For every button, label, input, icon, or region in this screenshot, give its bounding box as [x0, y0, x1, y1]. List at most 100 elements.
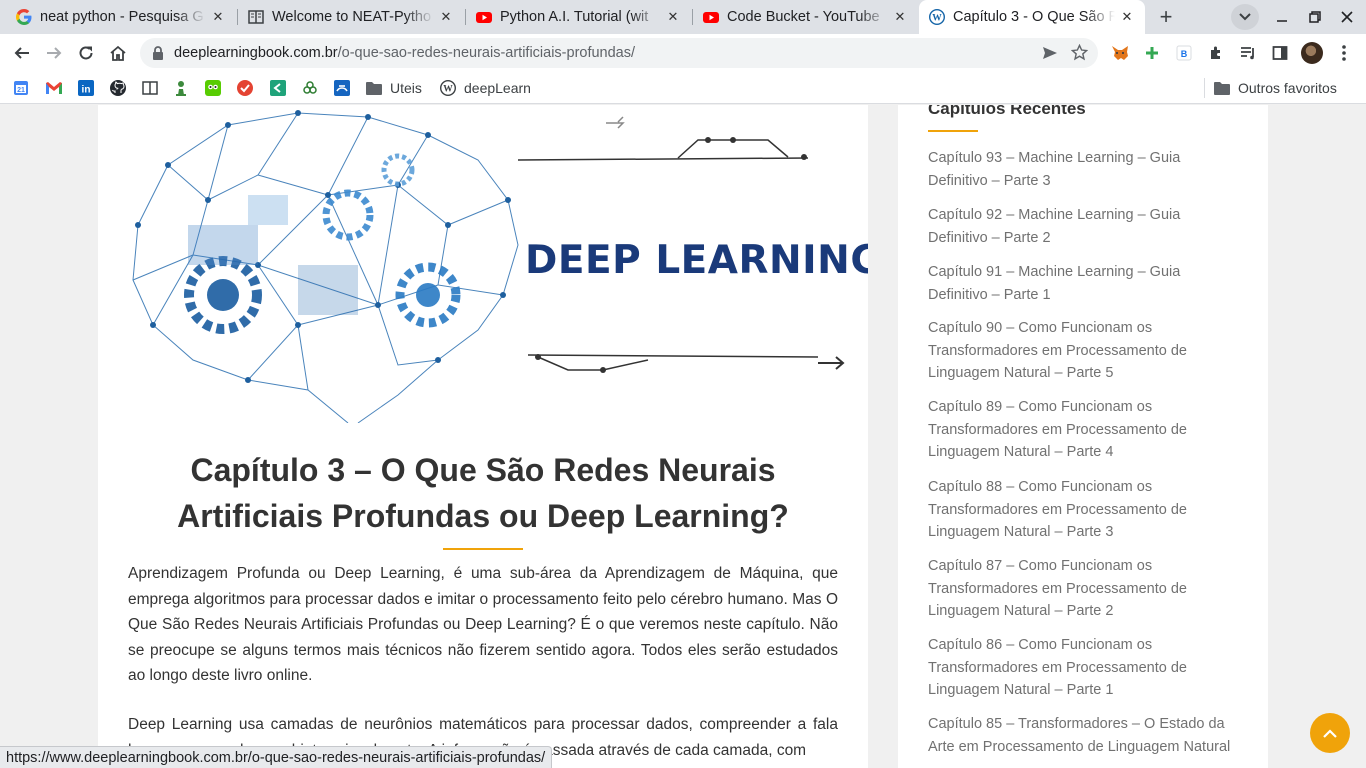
sidebar-item-chapter-85[interactable]: Capítulo 85 – Transformadores – O Estado… — [928, 713, 1240, 758]
b-extension[interactable]: B — [1169, 38, 1199, 68]
side-panel-icon — [1272, 46, 1288, 60]
page-content: DEEP LEARNING Capítulo 3 – O Que São Red… — [0, 105, 1366, 768]
arrow-right-icon — [47, 47, 62, 59]
lock-icon[interactable] — [152, 46, 164, 60]
hero-image: DEEP LEARNING — [98, 105, 868, 423]
home-button[interactable] — [103, 38, 133, 68]
puzzle-icon — [1211, 46, 1220, 59]
sidebar-item-chapter-87[interactable]: Capítulo 87 – Como Funcionam os Transfor… — [928, 555, 1240, 623]
extensions-button[interactable] — [1201, 38, 1231, 68]
bookmark-blue-app[interactable] — [334, 78, 350, 98]
scroll-to-top-button[interactable] — [1310, 713, 1350, 753]
gmail-icon — [46, 82, 62, 94]
close-icon — [1341, 11, 1353, 23]
close-icon[interactable]: ✕ — [210, 9, 226, 25]
folder-icon — [366, 82, 382, 95]
status-bar-url: https://www.deeplearningbook.com.br/o-qu… — [0, 746, 553, 768]
sidebar-item-chapter-91[interactable]: Capítulo 91 – Machine Learning – Guia De… — [928, 261, 1240, 306]
bookmark-label: Outros favoritos — [1238, 80, 1337, 96]
book-icon — [142, 81, 158, 95]
tab-search-button[interactable] — [1231, 4, 1259, 30]
folder-icon — [1214, 82, 1230, 95]
chevron-down-icon — [1239, 13, 1251, 21]
bookmark-cycle[interactable] — [302, 78, 318, 98]
minimize-button[interactable] — [1265, 0, 1299, 34]
tab-capitulo-3[interactable]: W Capítulo 3 - O Que São R ✕ — [919, 0, 1145, 34]
blue-app-icon — [334, 80, 350, 96]
page-title: Capítulo 3 – O Que São Redes Neurais Art… — [177, 452, 789, 534]
github-icon — [110, 80, 126, 96]
close-icon[interactable]: ✕ — [1119, 9, 1135, 25]
article: DEEP LEARNING Capítulo 3 – O Que São Red… — [98, 105, 868, 768]
tab-title: Python A.I. Tutorial (wit — [500, 9, 649, 25]
bookmark-green-app[interactable] — [270, 78, 286, 98]
send-icon[interactable] — [1042, 45, 1058, 65]
tab-neat-python[interactable]: Welcome to NEAT-Pytho ✕ — [238, 0, 464, 34]
bookmark-github[interactable] — [110, 78, 126, 98]
url-host: deeplearningbook.com.br — [174, 45, 338, 61]
youtube-icon — [476, 9, 492, 25]
sidebar: Capítulos Recentes Capítulo 93 – Machine… — [898, 105, 1268, 768]
maximize-button[interactable] — [1298, 0, 1332, 34]
bookmark-folder-uteis[interactable]: Uteis — [366, 78, 422, 98]
reading-list-icon — [1241, 47, 1254, 60]
bookmark-gmail[interactable] — [45, 78, 63, 98]
svg-text:W: W — [443, 85, 453, 95]
tab-google-search[interactable]: neat python - Pesquisa G ✕ — [6, 0, 236, 34]
metamask-extension[interactable] — [1105, 38, 1135, 68]
sidebar-item-chapter-92[interactable]: Capítulo 92 – Machine Learning – Guia De… — [928, 204, 1240, 249]
svg-text:in: in — [82, 85, 91, 96]
hero-text: DEEP LEARNING — [525, 238, 868, 283]
svg-text:W: W — [932, 14, 942, 24]
bookmark-chess[interactable] — [174, 78, 188, 98]
sidebar-item-chapter-93[interactable]: Capítulo 93 – Machine Learning – Guia De… — [928, 147, 1240, 192]
bookmark-linkedin[interactable]: in — [78, 78, 94, 98]
bookmark-docs[interactable] — [142, 78, 158, 98]
star-icon[interactable] — [1070, 43, 1089, 65]
book-icon — [248, 9, 264, 25]
back-button[interactable] — [7, 38, 37, 68]
linkedin-icon: in — [78, 80, 94, 96]
google-icon — [16, 9, 32, 25]
wordpress-icon: W — [440, 80, 456, 96]
tab-title: Welcome to NEAT-Pytho — [272, 9, 432, 25]
bookmarks-bar: 21 in Uteis W deepLearn Outros favoritos — [0, 72, 1366, 104]
bookmark-label: deepLearn — [464, 80, 531, 96]
youtube-icon — [703, 9, 719, 25]
bookmark-deeplearn[interactable]: W deepLearn — [440, 78, 531, 98]
other-bookmarks-folder[interactable]: Outros favoritos — [1214, 78, 1337, 98]
profile-button[interactable] — [1297, 38, 1327, 68]
tab-code-bucket[interactable]: Code Bucket - YouTube ✕ — [693, 0, 918, 34]
reload-button[interactable] — [71, 38, 101, 68]
address-bar[interactable]: deeplearningbook.com.br/o-que-sao-redes-… — [140, 38, 1098, 68]
close-icon[interactable]: ✕ — [665, 9, 681, 25]
home-icon — [110, 45, 126, 61]
chevron-up-icon — [1323, 728, 1337, 738]
sidebar-heading-divider — [928, 130, 978, 132]
bookmark-duolingo[interactable] — [205, 78, 221, 98]
sidebar-item-chapter-90[interactable]: Capítulo 90 – Como Funcionam os Transfor… — [928, 317, 1240, 385]
plus-extension[interactable] — [1137, 38, 1167, 68]
tab-python-ai-tutorial[interactable]: Python A.I. Tutorial (wit ✕ — [466, 0, 691, 34]
sidebar-item-chapter-88[interactable]: Capítulo 88 – Como Funcionam os Transfor… — [928, 476, 1240, 544]
bookmark-todoist[interactable] — [237, 78, 253, 98]
tab-title: neat python - Pesquisa G — [40, 9, 204, 25]
menu-button[interactable] — [1329, 38, 1359, 68]
check-circle-icon — [237, 80, 253, 96]
close-icon[interactable]: ✕ — [438, 9, 454, 25]
sidebar-item-chapter-86[interactable]: Capítulo 86 – Como Funcionam os Transfor… — [928, 634, 1240, 702]
tab-title: Code Bucket - YouTube — [727, 9, 880, 25]
bookmark-calendar[interactable]: 21 — [13, 78, 29, 98]
metamask-icon — [1112, 46, 1128, 60]
svg-text:21: 21 — [17, 87, 25, 94]
sidebar-item-chapter-89[interactable]: Capítulo 89 – Como Funcionam os Transfor… — [928, 396, 1240, 464]
close-window-button[interactable] — [1330, 0, 1364, 34]
new-tab-button[interactable]: + — [1153, 4, 1179, 30]
close-icon[interactable]: ✕ — [892, 9, 908, 25]
avatar — [1301, 42, 1323, 64]
forward-button[interactable] — [39, 38, 69, 68]
side-panel-button[interactable] — [1265, 38, 1295, 68]
reading-list-button[interactable] — [1233, 38, 1263, 68]
navigation-bar: deeplearningbook.com.br/o-que-sao-redes-… — [0, 34, 1366, 72]
tab-strip: neat python - Pesquisa G ✕ Welcome to NE… — [0, 0, 1366, 34]
